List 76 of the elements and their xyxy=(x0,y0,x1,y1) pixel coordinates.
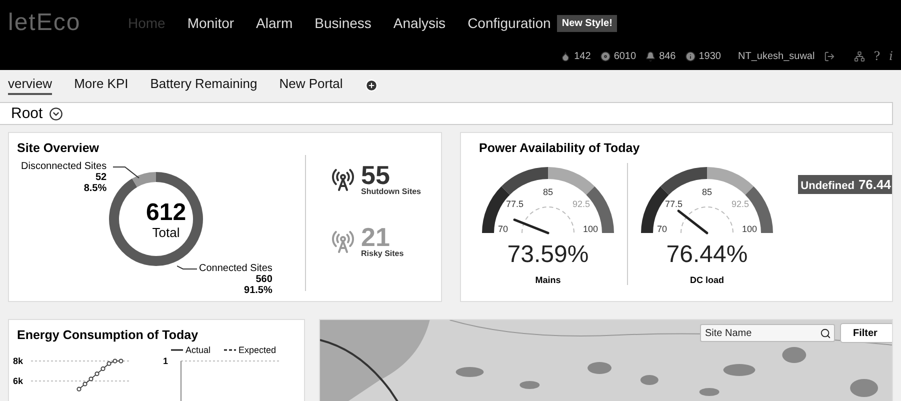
search-field[interactable]: Site Name xyxy=(700,324,835,342)
segment-count: 560 xyxy=(254,274,272,285)
nav-item[interactable]: Monitor xyxy=(187,15,234,31)
stat-count: 6010 xyxy=(614,50,636,62)
breadcrumb[interactable]: Root xyxy=(11,105,43,122)
logout-icon[interactable] xyxy=(824,50,835,62)
gauge-value: 73.59% xyxy=(507,241,589,269)
gauge-tick-label: 70 xyxy=(498,224,508,234)
info-icon xyxy=(684,50,696,62)
gauge-tick-label: 77.5 xyxy=(665,199,683,209)
tab[interactable]: verview xyxy=(8,76,52,94)
legend-item: Expected xyxy=(224,345,276,355)
stat-count: 142 xyxy=(574,50,591,62)
stat-value: 21 xyxy=(361,225,390,249)
solid-line-icon xyxy=(171,348,184,352)
tab[interactable]: New Portal xyxy=(279,76,343,94)
logo: letEco xyxy=(8,9,82,37)
drop-icon xyxy=(560,50,572,62)
axis-tick-label: 1 xyxy=(163,356,168,366)
tower-icon xyxy=(331,230,355,254)
nav-item[interactable]: Business xyxy=(314,15,372,31)
gauge-tick-label: 100 xyxy=(742,224,757,234)
filter-button[interactable]: Filter xyxy=(840,323,892,343)
gauge-inner-arc xyxy=(522,206,574,234)
value-badge: Undefined 76.44 xyxy=(798,175,892,194)
segment-label: Connected Sites xyxy=(199,263,272,274)
gauge-tick-label: 70 xyxy=(657,224,668,234)
gauge-label: Mains xyxy=(535,275,561,285)
card-title: Site Overview xyxy=(16,140,100,155)
card-title: Power Availability of Today xyxy=(478,140,641,155)
gauge-value: 76.44% xyxy=(666,241,748,269)
leader-line xyxy=(177,265,197,271)
gauge-inner-arc xyxy=(680,206,734,234)
tab[interactable]: Battery Remaining xyxy=(150,76,258,94)
user-name[interactable]: NT_ukesh_suwal xyxy=(738,50,815,62)
gauge-tick-label: 100 xyxy=(582,224,598,234)
add-tab-icon[interactable] xyxy=(364,78,378,92)
stat-label: Risky Sites xyxy=(361,249,404,258)
search-icon[interactable] xyxy=(820,328,831,339)
nav-item[interactable]: Configuration xyxy=(468,15,551,31)
gauge-tick-label: 92.5 xyxy=(731,199,749,209)
card-title: Energy Consumption of Today xyxy=(16,327,200,342)
help-icon[interactable]: ? xyxy=(874,49,880,63)
legend-item: Actual xyxy=(171,345,210,355)
gauge-tick-label: 85 xyxy=(702,187,712,197)
segment-percent: 91.5% xyxy=(243,285,272,296)
axis-tick-label: 6k xyxy=(13,376,24,386)
stat-value: 55 xyxy=(361,163,390,187)
dropdown-icon[interactable] xyxy=(48,106,63,120)
stat-label: Shutdown Sites xyxy=(361,187,421,196)
gauge-tick-label: 92.5 xyxy=(572,199,590,209)
total-label: Total xyxy=(151,225,181,240)
stat-count: 1930 xyxy=(698,50,721,62)
gauge-label: DC load xyxy=(690,275,724,285)
segment-percent: 8.5% xyxy=(82,183,107,194)
y-axis xyxy=(180,360,182,401)
nav-item[interactable]: Analysis xyxy=(393,15,446,31)
segment-count: 52 xyxy=(94,172,107,183)
gauge-needle xyxy=(513,218,550,234)
tab[interactable]: More KPI xyxy=(74,76,128,94)
bell-icon xyxy=(645,50,656,62)
network-icon[interactable] xyxy=(854,50,865,62)
disc-icon xyxy=(600,50,611,62)
total-count: 612 xyxy=(146,201,186,225)
segment-label: Disconnected Sites xyxy=(21,161,107,172)
info-icon[interactable]: i xyxy=(889,49,893,63)
gauge-needle xyxy=(677,210,708,234)
dashed-line-icon xyxy=(224,348,236,352)
stat-count: 846 xyxy=(659,50,676,62)
line-series-drawing xyxy=(76,358,124,392)
gauge-tick-label: 85 xyxy=(543,187,553,197)
gauge-tick-label: 77.5 xyxy=(506,199,524,209)
tower-icon xyxy=(331,168,355,192)
new-style-badge: New Style! xyxy=(556,14,618,32)
axis-tick-label: 8k xyxy=(13,356,24,366)
nav-item[interactable]: Alarm xyxy=(256,15,293,31)
